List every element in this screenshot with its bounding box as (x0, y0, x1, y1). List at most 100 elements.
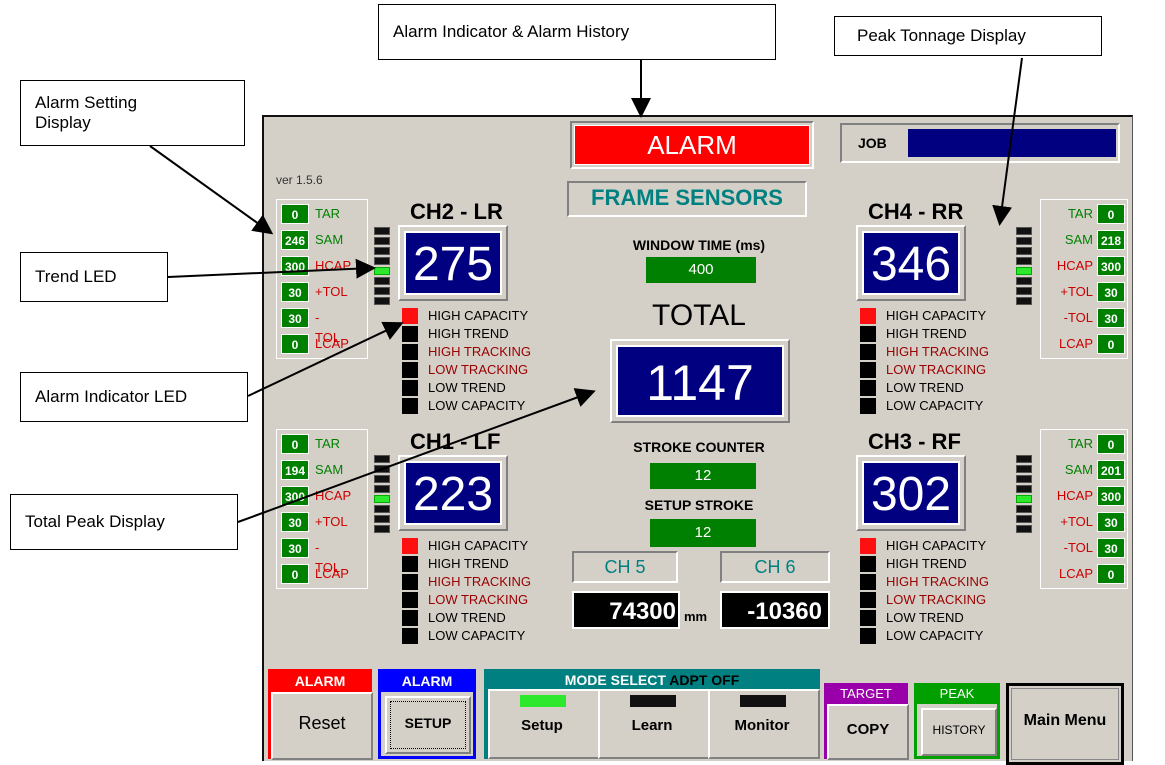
ch1-trend-led (374, 455, 390, 535)
ch1-low-capacity-led (402, 628, 418, 644)
ch4-low-tracking-led (860, 362, 876, 378)
ch4-low-capacity-label: LOW CAPACITY (886, 398, 984, 413)
ch3-high-tracking-label: HIGH TRACKING (886, 574, 990, 589)
ch1-lcap-label: LCAP (315, 566, 349, 581)
alarm-indicator[interactable]: ALARM (574, 125, 810, 165)
main-menu-button[interactable]: Main Menu (1006, 683, 1124, 765)
ch4-low-trend-led (860, 380, 876, 396)
peak-history-group: PEAK HISTORY (914, 683, 1000, 759)
ch1-peak-frame: 223 (398, 455, 508, 531)
ch4-hcap-value[interactable]: 300 (1097, 256, 1125, 276)
ch2-peak-frame: 275 (398, 225, 508, 301)
ch3-hcap-value[interactable]: 300 (1097, 486, 1125, 506)
copy-button[interactable]: COPY (827, 704, 909, 760)
ch1-tar-value[interactable]: 0 (281, 434, 309, 454)
hmi-panel: ALARM JOB ver 1.5.6 FRAME SENSORS 0 TAR 2… (262, 115, 1133, 765)
ch2-high-tracking-label: HIGH TRACKING (428, 344, 532, 359)
ch1-ntol-value[interactable]: 30 (281, 538, 309, 558)
ch4-ntol-value[interactable]: 30 (1097, 308, 1125, 328)
ch1-settings: 0 TAR 194 SAM 300 HCAP 30 +TOL 30 -TOL 0 LCAP (276, 429, 368, 589)
ch1-high-trend-led (402, 556, 418, 572)
mode-monitor-button[interactable]: Monitor (708, 689, 820, 759)
mode-learn-label: Learn (631, 717, 673, 734)
alarm-setup-button[interactable]: SETUP (385, 696, 471, 754)
mode-learn-button[interactable]: Learn (598, 689, 710, 759)
callout-alarm-setting: Alarm Setting Display (20, 80, 245, 146)
total-peak-frame: 1147 (610, 339, 790, 423)
window-time-label: WINDOW TIME (ms) (632, 237, 766, 253)
ch4-high-trend-label: HIGH TREND (886, 326, 967, 341)
target-copy-group: TARGET COPY (824, 683, 909, 760)
alarm-reset-group: ALARM Reset (268, 669, 373, 760)
job-value[interactable] (908, 129, 1116, 157)
ch3-sam-value[interactable]: 201 (1097, 460, 1125, 480)
ch4-tar-value[interactable]: 0 (1097, 204, 1125, 224)
ch3-hcap-label: HCAP (1056, 488, 1093, 503)
ch1-high-capacity-label: HIGH CAPACITY (428, 538, 529, 553)
ch2-settings: 0 TAR 246 SAM 300 HCAP 30 +TOL 30 -TOL 0 LCAP (276, 199, 368, 359)
ch1-lcap-value[interactable]: 0 (281, 564, 309, 584)
ch6-label: CH 6 (720, 551, 830, 583)
reset-button[interactable]: Reset (271, 692, 373, 760)
ch4-ptol-value[interactable]: 30 (1097, 282, 1125, 302)
ch1-sam-value[interactable]: 194 (281, 460, 309, 480)
ch1-ptol-label: +TOL (315, 514, 348, 529)
ch2-title: CH2 - LR (410, 199, 503, 224)
ch3-high-capacity-led (860, 538, 876, 554)
ch4-lcap-value[interactable]: 0 (1097, 334, 1125, 354)
version-label: ver 1.5.6 (276, 173, 323, 187)
ch3-high-tracking-led (860, 574, 876, 590)
ch3-high-capacity-label: HIGH CAPACITY (886, 538, 987, 553)
ch4-high-tracking-label: HIGH TRACKING (886, 344, 990, 359)
ch4-settings: TAR 0 SAM 218 HCAP 300 +TOL 30 -TOL 30 LCAP 0 (1040, 199, 1128, 359)
ch1-peak-value: 223 (404, 461, 502, 525)
callout-total-peak: Total Peak Display (10, 494, 238, 550)
ch2-high-trend-label: HIGH TREND (428, 326, 509, 341)
ch4-lcap-label: LCAP (1059, 336, 1093, 351)
ch3-low-tracking-label: LOW TRACKING (886, 592, 987, 607)
ch1-hcap-value[interactable]: 300 (281, 486, 309, 506)
window-time-value[interactable]: 400 (646, 257, 756, 283)
mode-select-label: MODE SELECT (564, 672, 666, 688)
mode-monitor-label: Monitor (734, 717, 790, 734)
history-button[interactable]: HISTORY (921, 708, 997, 756)
ch1-low-tracking-led (402, 592, 418, 608)
setup-stroke-value[interactable]: 12 (650, 519, 756, 547)
ch2-hcap-value[interactable]: 300 (281, 256, 309, 276)
ch2-ptol-value[interactable]: 30 (281, 282, 309, 302)
ch1-high-tracking-label: HIGH TRACKING (428, 574, 532, 589)
ch2-lcap-value[interactable]: 0 (281, 334, 309, 354)
ch5-value: 74300 (572, 591, 680, 629)
ch4-low-trend-label: LOW TREND (886, 380, 964, 395)
mode-setup-button[interactable]: Setup (488, 689, 600, 759)
target-header: TARGET (840, 686, 892, 701)
mode-select-group: MODE SELECT ADPT OFF Setup Learn Monitor (484, 669, 820, 759)
alarm-setup-group: ALARM SETUP (378, 669, 476, 759)
ch2-high-tracking-led (402, 344, 418, 360)
ch2-high-trend-led (402, 326, 418, 342)
ch2-ntol-value[interactable]: 30 (281, 308, 309, 328)
ch3-settings: TAR 0 SAM 201 HCAP 300 +TOL 30 -TOL 30 LCAP 0 (1040, 429, 1128, 589)
ch2-peak-value: 275 (404, 231, 502, 295)
ch2-tar-value[interactable]: 0 (281, 204, 309, 224)
ch3-low-trend-label: LOW TREND (886, 610, 964, 625)
setup-stroke-label: SETUP STROKE (644, 497, 754, 513)
ch3-ptol-value[interactable]: 30 (1097, 512, 1125, 532)
ch3-high-trend-label: HIGH TREND (886, 556, 967, 571)
ch3-peak-value: 302 (862, 461, 960, 525)
ch1-sam-label: SAM (315, 462, 344, 477)
callout-peak-tonnage: Peak Tonnage Display (834, 16, 1102, 56)
ch4-low-capacity-led (860, 398, 876, 414)
ch3-ptol-label: +TOL (1060, 514, 1093, 529)
ch2-sam-value[interactable]: 246 (281, 230, 309, 250)
ch4-sam-value[interactable]: 218 (1097, 230, 1125, 250)
ch4-ptol-label: +TOL (1060, 284, 1093, 299)
ch3-ntol-value[interactable]: 30 (1097, 538, 1125, 558)
ch1-ptol-value[interactable]: 30 (281, 512, 309, 532)
adpt-status: ADPT OFF (669, 672, 740, 688)
ch3-lcap-value[interactable]: 0 (1097, 564, 1125, 584)
ch3-peak-frame: 302 (856, 455, 966, 531)
ch2-lcap-label: LCAP (315, 336, 349, 351)
ch2-alarm-list: HIGH CAPACITY HIGH TREND HIGH TRACKING L… (402, 307, 562, 415)
ch3-tar-value[interactable]: 0 (1097, 434, 1125, 454)
